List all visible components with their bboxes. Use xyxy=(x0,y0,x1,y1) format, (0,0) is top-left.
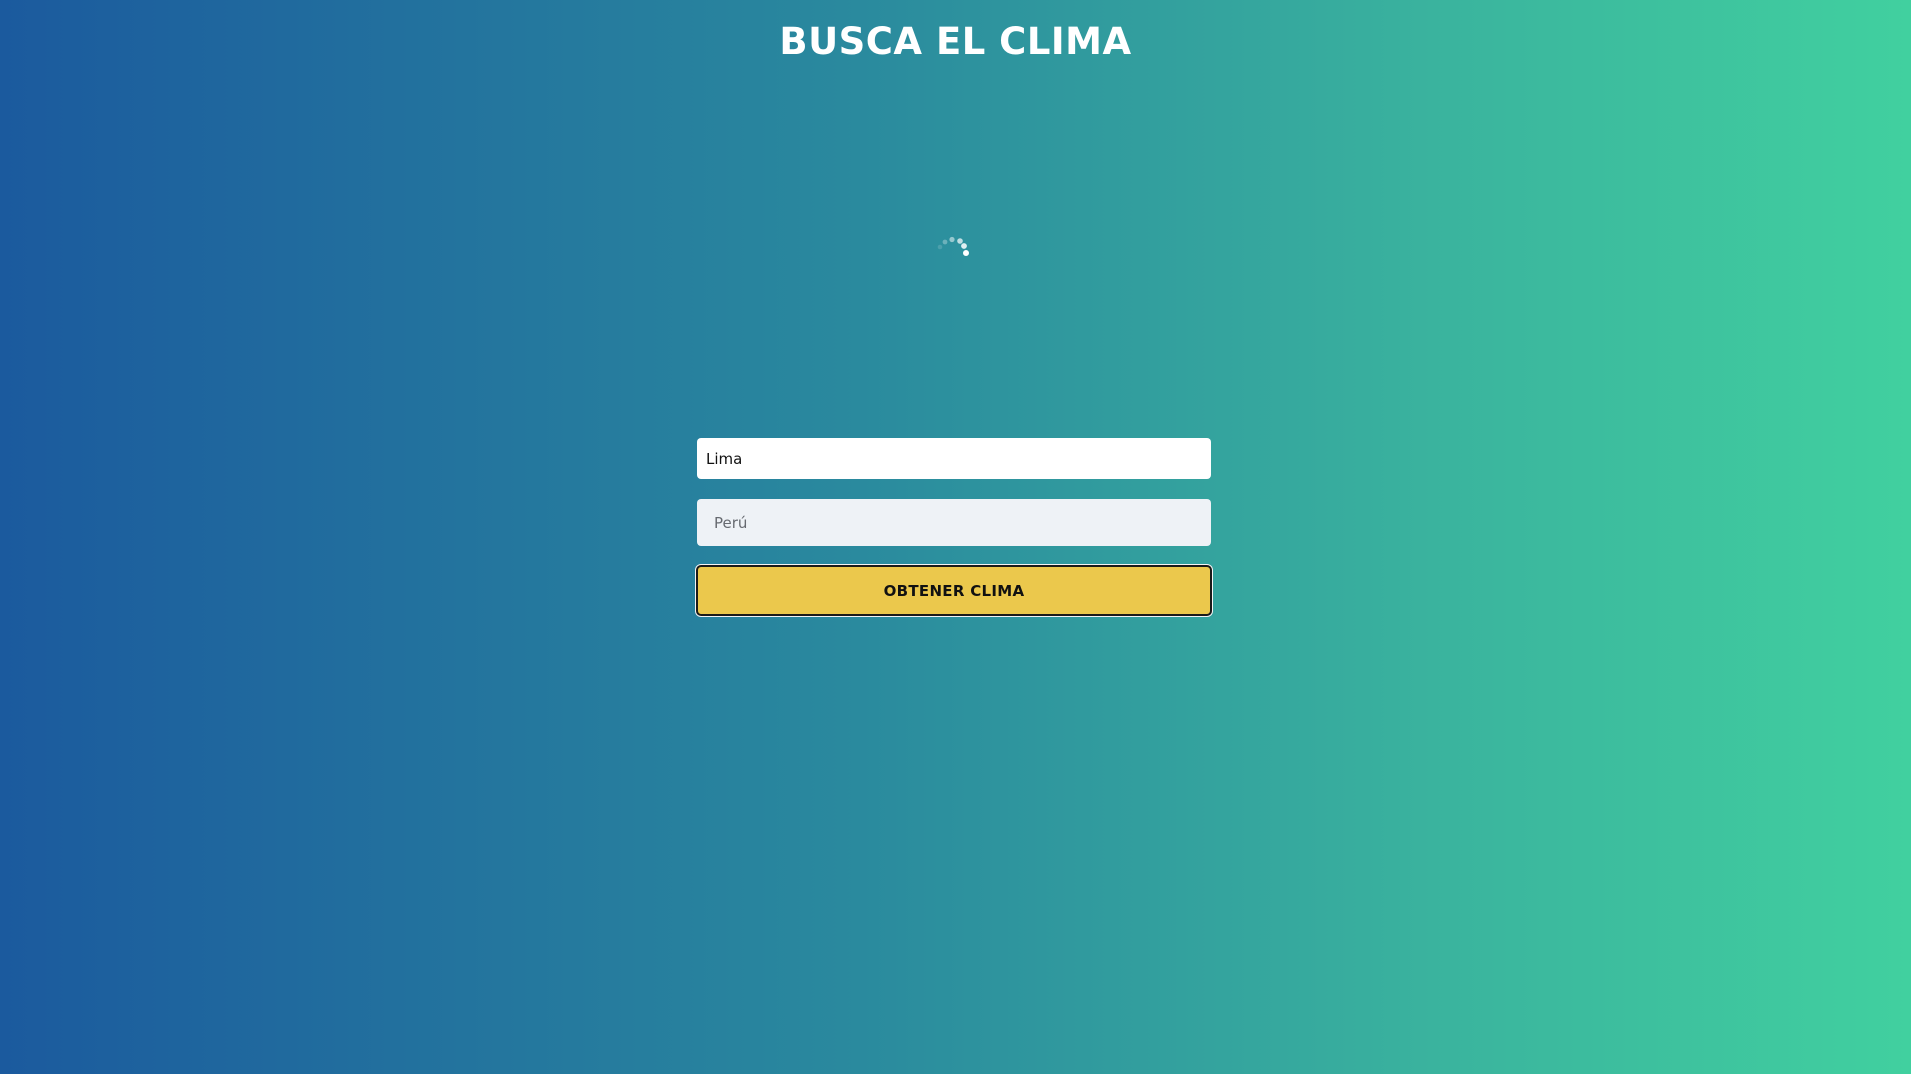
city-input[interactable] xyxy=(697,438,1211,479)
get-weather-button[interactable]: OBTENER CLIMA xyxy=(696,565,1212,616)
page-title: BUSCA EL CLIMA xyxy=(779,20,1132,63)
weather-search-form: OBTENER CLIMA xyxy=(696,438,1212,616)
country-input[interactable] xyxy=(697,499,1211,546)
loading-spinner-icon xyxy=(937,236,969,256)
